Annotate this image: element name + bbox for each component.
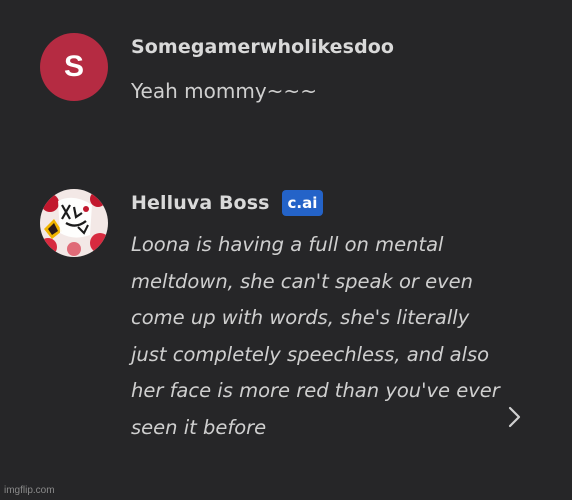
chevron-right-icon[interactable] [504,404,524,430]
message-text: Loona is having a full on mental meltdow… [131,233,500,439]
user-avatar[interactable]: S [40,33,108,101]
bot-avatar[interactable] [40,189,108,257]
message-content: Helluva Boss c.ai Loona is having a full… [131,189,501,447]
author-row: Somegamerwholikesdoo [131,33,394,61]
chat-message-bot: Helluva Boss c.ai Loona is having a full… [40,189,501,447]
message-content: Somegamerwholikesdoo Yeah mommy~~~ [131,33,394,105]
imgflip-watermark: imgflip.com [4,485,55,496]
cai-badge: c.ai [281,190,324,216]
message-text: Yeah mommy~~~ [131,79,317,103]
avatar-letter: S [63,50,84,83]
chat-view: S Somegamerwholikesdoo Yeah mommy~~~ Hel… [0,0,572,500]
author-name: Helluva Boss [131,192,270,214]
helluva-boss-logo [40,189,108,257]
chat-message-user: S Somegamerwholikesdoo Yeah mommy~~~ [40,33,394,105]
author-row: Helluva Boss c.ai [131,189,501,217]
author-name: Somegamerwholikesdoo [131,36,395,58]
